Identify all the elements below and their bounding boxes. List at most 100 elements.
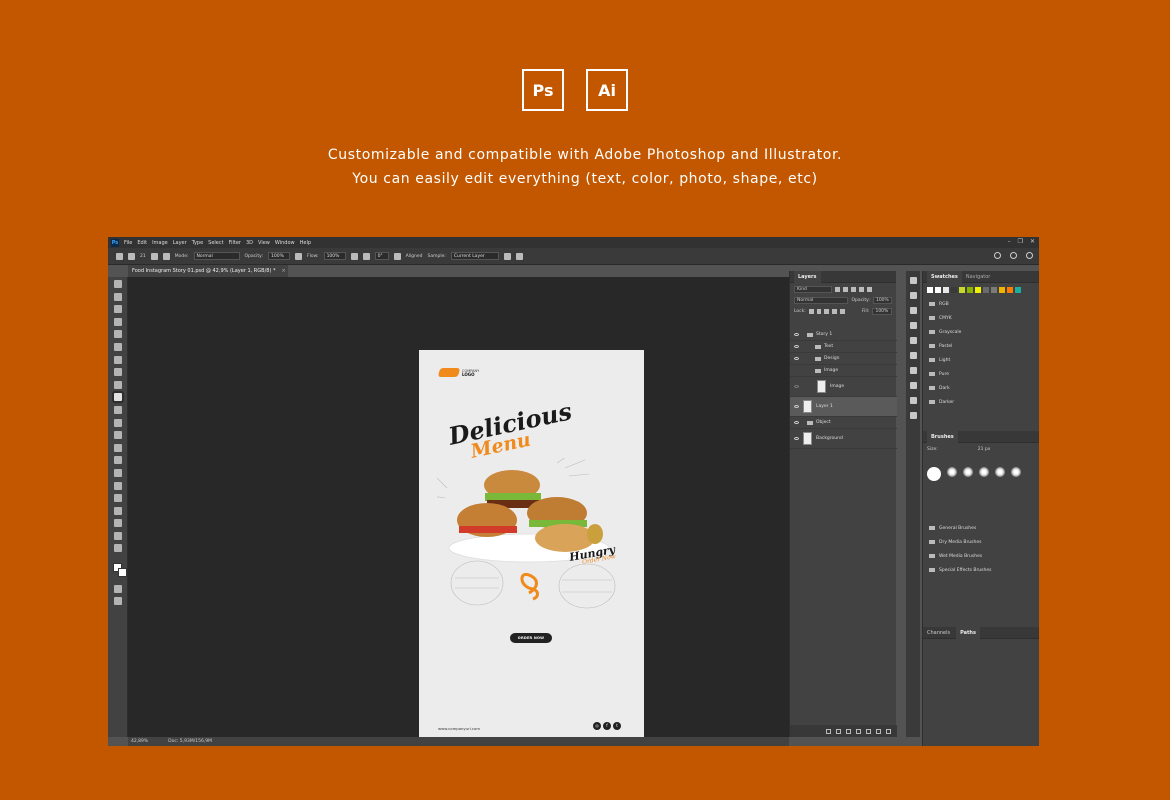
brush-tip-hard-round[interactable]: [927, 467, 941, 481]
angle-icon[interactable]: [362, 252, 370, 260]
menu-layer[interactable]: Layer: [173, 240, 187, 246]
brush-size-value[interactable]: 21 px: [978, 447, 991, 452]
doc-size[interactable]: Doc: 5,93M/156,9M: [168, 739, 212, 744]
share-icon[interactable]: [1026, 252, 1033, 259]
swatch[interactable]: [1015, 287, 1021, 293]
new-layer-icon[interactable]: [876, 728, 881, 734]
adjustments-icon[interactable]: [909, 292, 917, 299]
search-icon[interactable]: [994, 252, 1001, 259]
fx-icon[interactable]: [836, 728, 841, 734]
swatch[interactable]: [991, 287, 997, 293]
airbrush-icon[interactable]: [350, 252, 358, 260]
tab-brushes[interactable]: Brushes: [927, 430, 958, 443]
brush-settings-panel-icon[interactable]: [909, 322, 917, 329]
swatch-folder-pure[interactable]: Pure: [927, 367, 1035, 381]
menu-window[interactable]: Window: [275, 240, 295, 246]
tools-presets-icon[interactable]: [909, 382, 917, 389]
angle-field[interactable]: 0°: [374, 252, 389, 260]
layer-row-image[interactable]: Image: [790, 377, 897, 397]
layer-row-story-1[interactable]: Story 1: [790, 329, 897, 341]
layer-row-design[interactable]: Design: [790, 353, 897, 365]
swatch-folder-grayscale[interactable]: Grayscale: [927, 325, 1035, 339]
pressure-size-icon[interactable]: [515, 252, 523, 260]
properties-icon[interactable]: [909, 337, 917, 344]
menu-image[interactable]: Image: [152, 240, 168, 246]
filter-shape-icon[interactable]: [859, 287, 864, 292]
history-brush-tool-icon[interactable]: [113, 405, 122, 414]
filter-adjustment-icon[interactable]: [843, 287, 848, 292]
menu-3d[interactable]: 3D: [246, 240, 253, 246]
lasso-tool-icon[interactable]: [113, 305, 122, 314]
visibility-eye-icon[interactable]: [794, 437, 799, 440]
clone-stamp-tool-icon[interactable]: [113, 393, 122, 402]
foreground-color-swatch[interactable]: [113, 563, 127, 578]
eyedropper-tool-icon[interactable]: [113, 355, 122, 364]
layer-row-background[interactable]: Background: [790, 429, 897, 449]
lock-all-icon[interactable]: [840, 309, 845, 314]
screen-mode-icon[interactable]: [113, 597, 122, 606]
brush-tip-soft[interactable]: [995, 467, 1005, 477]
menu-view[interactable]: View: [258, 240, 270, 246]
swatch[interactable]: [975, 287, 981, 293]
close-icon[interactable]: ✕: [1030, 238, 1035, 245]
path-selection-tool-icon[interactable]: [113, 494, 122, 503]
swatch[interactable]: [983, 287, 989, 293]
swatch-folder-dark[interactable]: Dark: [927, 381, 1035, 395]
swatch-folder-cmyk[interactable]: CMYK: [927, 311, 1035, 325]
magic-wand-tool-icon[interactable]: [113, 317, 122, 326]
menu-select[interactable]: Select: [208, 240, 223, 246]
fill-field[interactable]: 100%: [872, 308, 892, 315]
mode-select[interactable]: Normal: [193, 252, 240, 260]
tab-navigator[interactable]: Navigator: [966, 274, 990, 280]
order-now-button[interactable]: ORDER NOW: [510, 633, 552, 643]
brush-tool-icon[interactable]: [113, 380, 122, 389]
eraser-tool-icon[interactable]: [113, 418, 122, 427]
visibility-eye-icon[interactable]: [794, 357, 799, 360]
swatch[interactable]: [935, 287, 941, 293]
brush-tip-soft[interactable]: [963, 467, 973, 477]
type-tool-icon[interactable]: [113, 481, 122, 490]
document-artboard[interactable]: COMPANY LOGO Delicious Menu Hungry Order…: [419, 350, 644, 746]
canvas-area[interactable]: COMPANY LOGO Delicious Menu Hungry Order…: [128, 277, 789, 746]
visibility-eye-icon[interactable]: [794, 385, 799, 388]
brush-group-special-effects[interactable]: Special Effects Brushes: [927, 563, 1035, 577]
visibility-eye-icon[interactable]: [794, 421, 799, 424]
delete-layer-icon[interactable]: [886, 728, 891, 734]
brush-tip-soft[interactable]: [1011, 467, 1021, 477]
adjustment-layer-icon[interactable]: [856, 728, 861, 734]
brush-tip-soft[interactable]: [947, 467, 957, 477]
paragraph-icon[interactable]: [909, 367, 917, 374]
gradient-tool-icon[interactable]: [113, 431, 122, 440]
layer-row-layer-1[interactable]: Layer 1: [790, 397, 897, 417]
filter-pixel-icon[interactable]: [835, 287, 840, 292]
pressure-opacity-icon[interactable]: [295, 252, 303, 260]
swatch[interactable]: [951, 287, 957, 293]
workspace-icon[interactable]: [1010, 252, 1017, 259]
lock-transparent-icon[interactable]: [808, 309, 814, 314]
blur-tool-icon[interactable]: [113, 443, 122, 452]
libraries-icon[interactable]: [909, 397, 917, 404]
quick-mask-icon[interactable]: [113, 584, 122, 593]
tab-close-icon[interactable]: ×: [281, 268, 285, 274]
layers-panel-icon[interactable]: [909, 412, 917, 419]
tab-layers[interactable]: Layers: [794, 270, 821, 283]
background-color-swatch[interactable]: [118, 568, 127, 578]
swatch[interactable]: [927, 287, 933, 293]
brush-group-general[interactable]: General Brushes: [927, 521, 1035, 535]
lock-artboard-icon[interactable]: [832, 309, 838, 314]
frame-tool-icon[interactable]: [113, 342, 122, 351]
add-mask-icon[interactable]: [846, 728, 851, 734]
layer-kind-filter[interactable]: Kind: [794, 286, 832, 293]
restore-icon[interactable]: ❐: [1018, 238, 1023, 245]
brush-tip-soft[interactable]: [979, 467, 989, 477]
blend-mode-select[interactable]: Normal: [794, 297, 849, 304]
filter-smart-object-icon[interactable]: [867, 287, 872, 292]
swatch-folder-light[interactable]: Light: [927, 353, 1035, 367]
brush-size-readout[interactable]: 21: [140, 254, 146, 259]
tab-paths[interactable]: Paths: [956, 626, 980, 639]
aligned-checkbox[interactable]: [393, 252, 401, 260]
menu-file[interactable]: File: [124, 240, 132, 246]
info-icon[interactable]: [909, 307, 917, 314]
lock-image-icon[interactable]: [816, 309, 822, 314]
history-icon[interactable]: [909, 277, 917, 284]
